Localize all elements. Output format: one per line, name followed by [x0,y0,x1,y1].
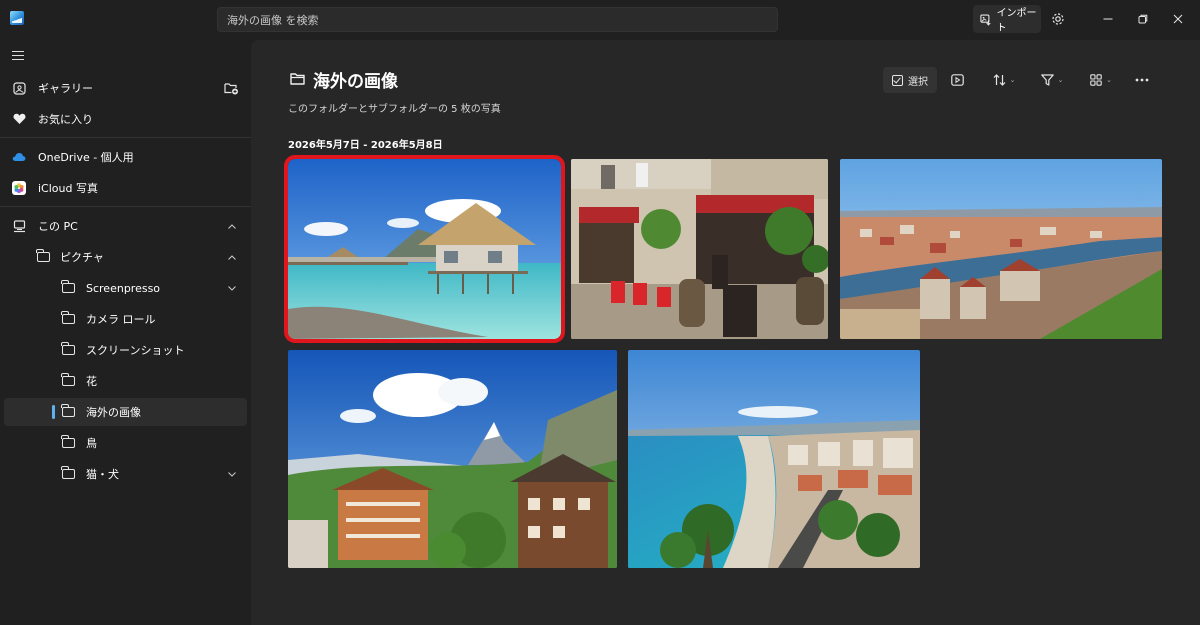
selection-indicator [52,405,55,419]
photo-thumbnail-street-cafe[interactable] [571,159,828,339]
sidebar-item-label: 花 [86,375,97,388]
sidebar-item-label: この PC [38,220,78,233]
chevron-down-icon: ⌄ [1009,76,1016,84]
chevron-up-icon[interactable] [227,221,237,231]
sidebar-item-label: Screenpresso [86,281,161,295]
folder-icon [36,249,50,264]
chevron-down-icon[interactable] [227,469,237,479]
settings-gear-icon[interactable] [1046,8,1070,30]
photo-thumbnail-river-town[interactable] [840,159,1162,339]
sidebar-item-pictures[interactable]: ピクチャ [4,243,247,271]
cloud-icon [12,150,26,164]
folder-icon [61,311,75,326]
minimize-icon[interactable] [1096,8,1120,30]
photos-app-icon [10,11,24,25]
view-button[interactable]: ⌄ [1084,67,1118,93]
add-folder-icon[interactable] [224,81,239,98]
folder-icon [290,72,305,88]
title-bar: 海外の画像 を検索 インポート [0,0,1200,40]
folder-icon [61,435,75,450]
sidebar-item-label: お気に入り [38,113,93,126]
sidebar-item-screenshots[interactable]: スクリーンショット [4,336,247,364]
sidebar-item-icloud[interactable]: iCloud 写真 [4,174,247,202]
gallery-icon [12,81,26,95]
sidebar-item-flowers[interactable]: 花 [4,367,247,395]
sidebar-item-label: iCloud 写真 [38,182,98,195]
sidebar: ギャラリー お気に入り OneDrive - 個人用 iCloud 写真 この … [0,40,251,625]
folder-icon [61,373,75,388]
folder-icon [61,280,75,295]
sidebar-item-label: ギャラリー [38,82,93,95]
main-content: 海外の画像 このフォルダーとサブフォルダーの 5 枚の写真 選択 ⌄ ⌄ ⌄ 2… [251,40,1200,625]
select-button[interactable]: 選択 [883,67,937,93]
photo-thumbnail-bungalow[interactable] [284,155,565,343]
folder-icon [61,466,75,481]
import-button[interactable]: インポート [973,5,1041,34]
icloud-icon [12,181,26,195]
chevron-up-icon[interactable] [227,252,237,262]
sidebar-item-label: 鳥 [86,437,97,450]
sidebar-item-label: カメラ ロール [86,313,156,326]
search-input[interactable]: 海外の画像 を検索 [217,7,778,32]
restore-icon[interactable] [1131,8,1155,30]
sidebar-item-this-pc[interactable]: この PC [4,212,247,240]
heart-icon [12,112,26,126]
sidebar-item-screenpresso[interactable]: Screenpresso [4,274,247,302]
sidebar-item-label: ピクチャ [60,251,104,264]
sidebar-item-cats-dogs[interactable]: 猫・犬 [4,460,247,488]
checkbox-icon [892,74,903,86]
select-label: 選択 [908,76,928,88]
sidebar-item-label: 海外の画像 [86,406,141,419]
chevron-down-icon: ⌄ [1106,76,1112,84]
chevron-down-icon[interactable] [227,283,237,293]
sort-button[interactable]: ⌄ [987,67,1021,93]
photo-thumbnail-coastline[interactable] [628,350,920,568]
close-icon[interactable] [1166,8,1190,30]
more-icon[interactable] [1131,67,1153,93]
import-label: インポート [996,8,1037,34]
pc-icon [12,219,26,233]
filter-icon [1040,74,1054,86]
folder-icon [61,342,75,357]
page-title: 海外の画像 [313,72,398,92]
sidebar-divider [0,206,251,207]
sidebar-item-overseas-images[interactable]: 海外の画像 [4,398,247,426]
photo-thumbnail-mountain-village[interactable] [288,350,617,568]
sidebar-divider [0,137,251,138]
sidebar-item-onedrive[interactable]: OneDrive - 個人用 [4,143,247,171]
sidebar-item-label: スクリーンショット [86,344,185,357]
sort-icon [993,74,1005,86]
sidebar-item-gallery[interactable]: ギャラリー [4,74,247,102]
sidebar-item-label: 猫・犬 [86,468,119,481]
chevron-down-icon: ⌄ [1057,76,1064,84]
sidebar-item-favorites[interactable]: お気に入り [4,105,247,133]
slideshow-icon[interactable] [947,67,967,93]
date-group-header: 2026年5月7日 - 2026年5月8日 [288,140,443,151]
filter-button[interactable]: ⌄ [1035,67,1069,93]
folder-icon [61,404,75,419]
sidebar-item-label: OneDrive - 個人用 [38,151,134,164]
import-icon [980,14,991,26]
folder-summary: このフォルダーとサブフォルダーの 5 枚の写真 [288,104,501,115]
sidebar-item-camera-roll[interactable]: カメラ ロール [4,305,247,333]
view-icon [1090,74,1102,86]
sidebar-item-birds[interactable]: 鳥 [4,429,247,457]
hamburger-icon[interactable] [12,51,24,61]
